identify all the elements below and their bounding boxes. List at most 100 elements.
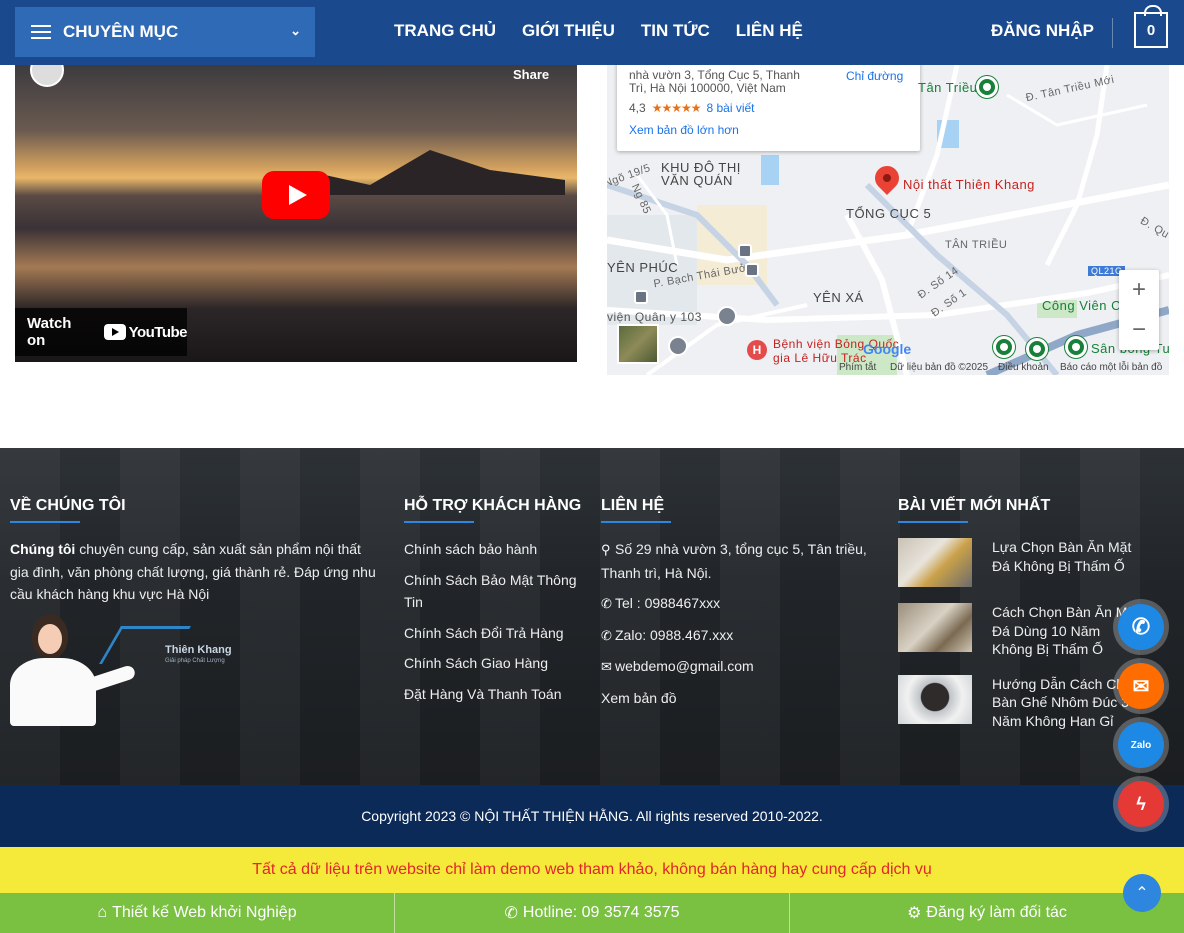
youtube-logo-icon: YouTube [103,323,188,341]
home-icon: ⌂ [97,904,108,921]
map-poi-park-icon[interactable] [976,76,998,98]
star-rating-icon: ★★★★★ [651,101,702,115]
floating-phone-button[interactable]: ✆ [1118,604,1164,650]
floating-zalo-button[interactable]: Zalo [1118,722,1164,768]
zoom-in-icon[interactable]: + [1119,270,1159,310]
demo-notice-text: Tất cả dữ liệu trên website chỉ làm demo… [252,861,932,878]
keyboard-shortcuts-link[interactable]: Phím tắt [839,362,876,373]
video-share-button[interactable]: Share [513,67,549,82]
hospital-icon[interactable]: H [747,340,767,360]
bus-stop-icon[interactable] [634,290,648,304]
youtube-video-embed[interactable]: Share Watch on YouTube [15,65,577,362]
heading-underline [601,521,671,523]
post-item[interactable]: Lựa Chọn Bàn Ăn Mặt Đá Không Bị Thấm Ố [898,538,1142,587]
category-menu-button[interactable]: CHUYÊN MỤC ⌄ [15,7,315,57]
map-label-vien-quan-y: viện Quân y 103 [607,310,702,324]
contact-zalo[interactable]: ✆ Zalo: 0988.467.xxx [601,624,883,648]
map-data-copyright: Dữ liệu bản đồ ©2025 [890,362,989,373]
partner-signup-label: Đăng ký làm đối tác [926,904,1067,921]
contact-address: ⚲ Số 29 nhà vườn 3, tổng cục 5, Tân triều… [601,541,867,581]
order-payment-link[interactable]: Đặt Hàng Và Thanh Toán [404,683,586,706]
footer-posts-column: BÀI VIẾT MỚI NHẤT Lựa Chọn Bàn Ăn Mặt Đá… [898,497,1142,746]
map-label-place[interactable]: Nội thất Thiên Khang [903,177,1035,192]
demo-notice-bar: Tất cả dữ liệu trên website chỉ làm demo… [0,847,1184,893]
directions-link[interactable]: Chỉ đường [846,69,903,83]
warranty-policy-link[interactable]: Chính sách bảo hành [404,538,586,561]
about-heading: VỀ CHÚNG TÔI [10,497,126,514]
place-address: nhà vườn 3, Tổng Cục 5, Thanh Trì, Hà Nộ… [629,68,800,95]
brand-logo-tagline: Giải pháp Chất Lượng [165,658,225,664]
about-text: Chúng tôi chuyên cung cấp, sản xuất sản … [10,538,380,606]
view-map-link[interactable]: Xem bản đồ [601,687,883,710]
channel-avatar[interactable] [30,65,64,87]
bus-stop-icon[interactable] [738,244,752,258]
footer-contact-column: LIÊN HỆ ⚲ Số 29 nhà vườn 3, tổng cục 5, T… [601,497,883,717]
map-label-van-quan: VĂN QUÁN [661,173,733,188]
privacy-policy-link[interactable]: Chính Sách Bảo Mật Thông Tin [404,569,586,614]
report-map-error-link[interactable]: Báo cáo một lỗi bản đồ [1060,362,1162,373]
play-button-icon[interactable] [262,171,330,219]
rating-value: 4,3 [629,101,646,115]
header-divider [1112,18,1113,48]
heading-underline [898,521,968,523]
hotline-button[interactable]: ✆ Hotline: 09 3574 3575 [395,893,790,933]
post-item[interactable]: Cách Chọn Bàn Ăn Mặt Đá Dùng 10 Năm Khôn… [898,603,1142,659]
brand-logo-name: Thiên Khang [165,644,232,656]
phone-icon: ✆ [1131,614,1151,639]
floating-messenger-button[interactable]: ϟ [1118,781,1164,827]
contact-heading: LIÊN HỆ [601,497,665,514]
site-footer: VỀ CHÚNG TÔI Chúng tôi chuyên cung cấp, … [0,448,1184,785]
watch-on-youtube-button[interactable]: Watch on YouTube [15,308,188,356]
map-poi-park-icon[interactable] [1026,338,1048,360]
nav-item-about[interactable]: GIỚI THIỆU [522,21,615,41]
cart-button[interactable]: 0 [1134,5,1168,48]
contact-email[interactable]: ✉ webdemo@gmail.com [601,655,883,679]
post-thumbnail[interactable] [898,674,972,724]
terms-link[interactable]: Điều khoản [998,362,1049,373]
map-poi-hospital-grey-icon[interactable] [717,306,737,326]
nav-item-news[interactable]: TIN TỨC [641,21,710,41]
map-label-cong-vien: Công Viên Ch [1042,298,1129,313]
phone-icon: ✆ [601,627,612,643]
menu-icon [31,25,51,39]
main-nav: TRANG CHỦ GIỚI THIỆU TIN TỨC LIÊN HỆ [394,21,803,41]
map-poi-park-icon[interactable] [993,336,1015,358]
google-logo: Google [863,341,912,357]
phone-icon: ✆ [504,905,518,922]
post-thumbnail[interactable] [898,538,972,587]
copyright-text: Copyright 2023 © NỘI THẤT THIỆN HẰNG. Al… [361,808,823,824]
floating-email-button[interactable]: ✉ [1118,663,1164,709]
map-poi-school-icon[interactable] [668,336,688,356]
shipping-policy-link[interactable]: Chính Sách Giao Hàng [404,652,586,675]
brand-logo: Thiên Khang Giải pháp Chất Lượng [99,626,240,674]
view-larger-map-link[interactable]: Xem bản đồ lớn hơn [629,123,908,137]
nav-item-contact[interactable]: LIÊN HỆ [736,21,803,41]
satellite-toggle-thumbnail[interactable] [617,324,659,364]
web-design-button[interactable]: ⌂ Thiết kế Web khởi Nghiệp [0,893,395,933]
chevron-up-icon: ⌃ [1135,885,1149,902]
bus-stop-icon[interactable] [745,263,759,277]
map-label-yen-xa: YÊN XÁ [813,290,864,305]
zoom-controls: + − [1119,270,1159,350]
return-policy-link[interactable]: Chính Sách Đổi Trả Hàng [404,622,586,645]
map-label-tan-trieu: TÂN TRIỀU [945,239,1008,251]
map-attribution: Phím tắt Dữ liệu bản đồ ©2025 Điều khoản… [607,361,1169,375]
footer-support-column: HỖ TRỢ KHÁCH HÀNG Chính sách bảo hành Ch… [404,497,586,713]
google-map-embed[interactable]: nhà vườn 3, Tổng Cục 5, Thanh Trì, Hà Nộ… [607,65,1169,375]
hotline-label: Hotline: 09 3574 3575 [522,904,680,921]
map-marker-icon: ⚲ [601,542,611,557]
post-thumbnail[interactable] [898,603,972,652]
reviews-link[interactable]: 8 bài viết [706,101,754,115]
gear-icon: ⚙ [907,905,922,922]
map-poi-park-icon[interactable] [1065,336,1087,358]
youtube-wordmark: YouTube [128,323,188,341]
support-heading: HỖ TRỢ KHÁCH HÀNG [404,497,582,514]
zoom-out-icon[interactable]: − [1119,310,1159,350]
post-item[interactable]: Hướng Dẫn Cách Chọn Bàn Ghế Nhôm Đúc 30 … [898,674,1142,731]
nav-item-home[interactable]: TRANG CHỦ [394,21,496,41]
contact-phone[interactable]: ✆ Tel : 0988467xxx [601,592,883,616]
phone-icon: ✆ [601,596,612,611]
login-link[interactable]: ĐĂNG NHẬP [991,21,1094,41]
scroll-to-top-button[interactable]: ⌃ [1123,874,1161,912]
post-title[interactable]: Lựa Chọn Bàn Ăn Mặt Đá Không Bị Thấm Ố [992,538,1142,587]
